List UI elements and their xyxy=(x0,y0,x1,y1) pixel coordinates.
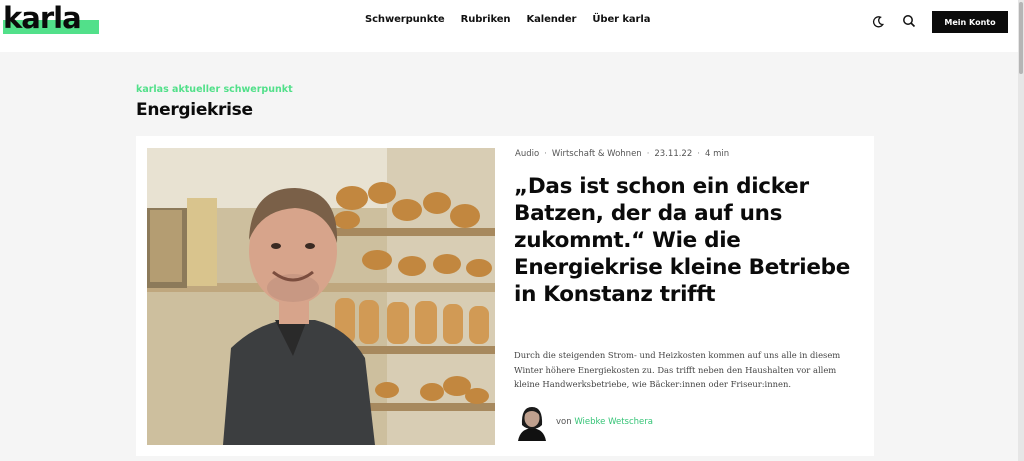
article-meta: Audio · Wirtschaft & Wohnen · 23.11.22 ·… xyxy=(515,149,729,159)
article-card[interactable]: Audio · Wirtschaft & Wohnen · 23.11.22 ·… xyxy=(136,136,874,456)
scrollbar[interactable] xyxy=(1018,0,1024,461)
nav-kalender[interactable]: Kalender xyxy=(526,14,576,25)
author-name[interactable]: Wiebke Wetschera xyxy=(574,417,653,427)
meta-duration: 4 min xyxy=(704,149,730,159)
meta-separator: · xyxy=(697,149,700,159)
site-header: karla Schwerpunkte Rubriken Kalender Übe… xyxy=(0,0,1018,52)
meta-category[interactable]: Wirtschaft & Wohnen xyxy=(552,149,642,159)
author-text: von Wiebke Wetschera xyxy=(556,417,653,427)
search-icon[interactable] xyxy=(902,14,916,28)
article-headline[interactable]: „Das ist schon ein dicker Batzen, der da… xyxy=(514,173,854,308)
nav-ueber-karla[interactable]: Über karla xyxy=(592,14,650,25)
author-byline: von Wiebke Wetschera xyxy=(514,403,653,441)
moon-icon[interactable] xyxy=(871,15,885,29)
section-kicker: karlas aktueller schwerpunkt xyxy=(136,84,293,95)
scrollbar-thumb[interactable] xyxy=(1019,2,1023,74)
karla-logo[interactable]: karla xyxy=(3,1,99,35)
nav-schwerpunkte[interactable]: Schwerpunkte xyxy=(365,14,445,25)
author-prefix: von xyxy=(556,417,572,427)
logo-text: karla xyxy=(3,1,82,35)
article-photo[interactable] xyxy=(147,148,495,445)
meta-separator: · xyxy=(544,149,547,159)
article-teaser: Durch die steigenden Strom- und Heizkost… xyxy=(514,350,841,389)
meta-separator: · xyxy=(646,149,650,159)
main-nav: Schwerpunkte Rubriken Kalender Über karl… xyxy=(365,14,650,25)
section-title[interactable]: Energiekrise xyxy=(136,100,253,120)
author-avatar[interactable] xyxy=(514,403,550,441)
meta-format[interactable]: Audio xyxy=(515,149,539,159)
meta-date: 23.11.22 xyxy=(654,149,693,159)
account-button[interactable]: Mein Konto xyxy=(932,11,1008,33)
nav-rubriken[interactable]: Rubriken xyxy=(461,14,511,25)
